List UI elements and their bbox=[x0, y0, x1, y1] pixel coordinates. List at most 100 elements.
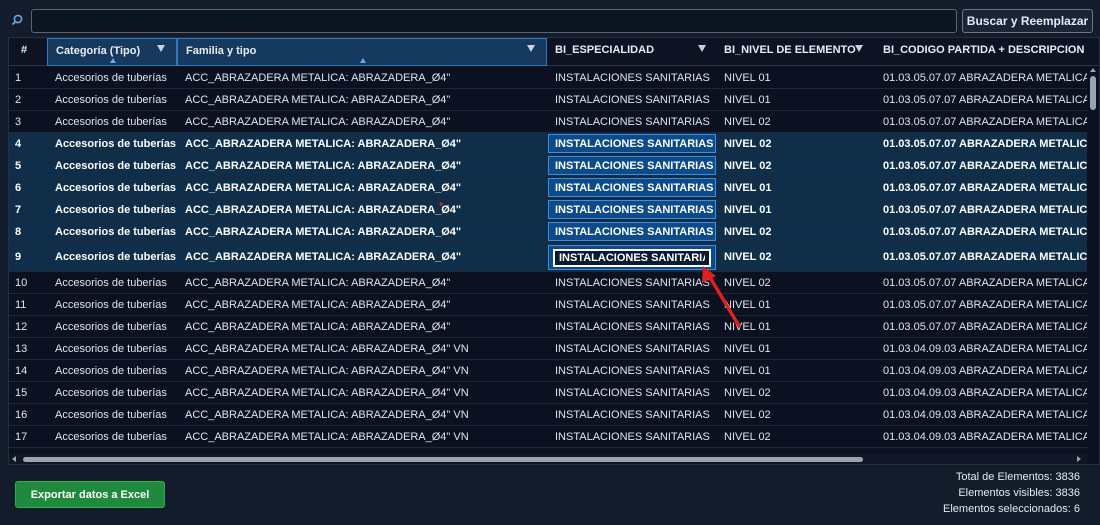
nivel-cell[interactable]: NIVEL 02 bbox=[716, 382, 876, 403]
especialidad-cell-selected[interactable]: INSTALACIONES SANITARIAS bbox=[548, 156, 716, 175]
table-row[interactable]: 11 Accesorios de tuberías ACC_ABRAZADERA M… bbox=[9, 294, 1099, 316]
especialidad-cell[interactable]: INSTALACIONES SANITARIAS bbox=[547, 89, 717, 110]
codigo-cell[interactable]: 01.03.05.07.07 ABRAZADERA METALICA p/ bbox=[875, 294, 1087, 315]
table-row[interactable]: 3 Accesorios de tuberías ACC_ABRAZADERA ME… bbox=[9, 111, 1099, 133]
especialidad-cell[interactable]: INSTALACIONES SANITARIAS bbox=[547, 404, 717, 425]
nivel-cell[interactable]: NIVEL 01 bbox=[716, 89, 876, 110]
categoria-cell[interactable]: Accesorios de tuberías bbox=[47, 199, 177, 220]
codigo-cell[interactable]: 01.03.04.09.03 ABRAZADERA METALICA p/ bbox=[875, 360, 1087, 381]
especialidad-cell-selected[interactable]: INSTALACIONES SANITARIAS bbox=[548, 200, 716, 219]
especialidad-cell-selected[interactable]: INSTALACIONES SANITARIAS bbox=[548, 134, 716, 153]
table-row[interactable]: 8 Accesorios de tuberías ACC_ABRAZADERA ME… bbox=[9, 221, 1099, 243]
familia-cell[interactable]: ACC_ABRAZADERA METALICA: ABRAZADERA_Ø4" bbox=[177, 221, 547, 242]
familia-cell[interactable]: ACC_ABRAZADERA METALICA: ABRAZADERA_Ø4" bbox=[177, 177, 547, 198]
familia-cell[interactable]: ACC_ABRAZADERA METALICA: ABRAZADERA_Ø4" bbox=[177, 111, 547, 132]
row-number-cell[interactable]: 1 bbox=[9, 67, 47, 88]
scroll-right-icon[interactable] bbox=[1077, 456, 1081, 462]
horizontal-scroll-thumb[interactable] bbox=[23, 457, 863, 462]
table-row[interactable]: 5 Accesorios de tuberías ACC_ABRAZADERA ME… bbox=[9, 155, 1099, 177]
codigo-cell[interactable]: 01.03.05.07.07 ABRAZADERA METALICA bbox=[875, 177, 1087, 198]
row-number-cell[interactable]: 7 bbox=[9, 199, 47, 220]
categoria-cell[interactable]: Accesorios de tuberías bbox=[47, 177, 177, 198]
nivel-cell[interactable]: NIVEL 01 bbox=[716, 294, 876, 315]
especialidad-cell[interactable]: INSTALACIONES SANITARIAS bbox=[547, 316, 717, 337]
codigo-cell[interactable]: 01.03.05.07.07 ABRAZADERA METALICA bbox=[875, 199, 1087, 220]
vertical-scroll-thumb[interactable] bbox=[1090, 76, 1096, 110]
nivel-cell[interactable]: NIVEL 02 bbox=[716, 426, 876, 447]
especialidad-cell[interactable]: INSTALACIONES SANITARIAS bbox=[547, 360, 717, 381]
export-excel-button[interactable]: Exportar datos a Excel bbox=[15, 481, 165, 508]
filter-icon[interactable] bbox=[157, 45, 165, 53]
table-row[interactable]: 2 Accesorios de tuberías ACC_ABRAZADERA ME… bbox=[9, 89, 1099, 111]
row-number-cell[interactable]: 2 bbox=[9, 89, 47, 110]
categoria-cell[interactable]: Accesorios de tuberías bbox=[47, 221, 177, 242]
nivel-cell[interactable]: NIVEL 02 bbox=[716, 243, 876, 271]
nivel-cell[interactable]: NIVEL 02 bbox=[716, 272, 876, 293]
categoria-cell[interactable]: Accesorios de tuberías bbox=[47, 155, 177, 176]
especialidad-cell[interactable]: INSTALACIONES SANITARIAS bbox=[547, 111, 717, 132]
categoria-cell[interactable]: Accesorios de tuberías bbox=[47, 426, 177, 447]
nivel-cell[interactable]: NIVEL 01 bbox=[716, 360, 876, 381]
scroll-up-icon[interactable] bbox=[1090, 68, 1096, 72]
categoria-cell[interactable]: Accesorios de tuberías bbox=[47, 89, 177, 110]
table-row[interactable]: 16 Accesorios de tuberías ACC_ABRAZADERA M… bbox=[9, 404, 1099, 426]
codigo-cell[interactable]: 01.03.04.09.03 ABRAZADERA METALICA p/ bbox=[875, 382, 1087, 403]
row-number-cell[interactable]: 12 bbox=[9, 316, 47, 337]
familia-cell[interactable]: ACC_ABRAZADERA METALICA: ABRAZADERA_Ø4" … bbox=[177, 404, 547, 425]
categoria-cell[interactable]: Accesorios de tuberías bbox=[47, 294, 177, 315]
codigo-cell[interactable]: 01.03.05.07.07 ABRAZADERA METALICA bbox=[875, 221, 1087, 242]
categoria-cell[interactable]: Accesorios de tuberías bbox=[47, 243, 177, 271]
table-row[interactable]: 13 Accesorios de tuberías ACC_ABRAZADERA M… bbox=[9, 338, 1099, 360]
row-number-cell[interactable]: 13 bbox=[9, 338, 47, 359]
codigo-cell[interactable]: 01.03.04.09.03 ABRAZADERA METALICA p/ bbox=[875, 426, 1087, 447]
categoria-cell[interactable]: Accesorios de tuberías bbox=[47, 404, 177, 425]
scroll-left-icon[interactable] bbox=[12, 456, 16, 462]
familia-cell[interactable]: ACC_ABRAZADERA METALICA: ABRAZADERA_Ø4" bbox=[177, 89, 547, 110]
codigo-cell[interactable]: 01.03.05.07.07 ABRAZADERA METALICA p/ bbox=[875, 67, 1087, 88]
header-codigo[interactable]: BI_CODIGO PARTIDA + DESCRIPCION (C bbox=[875, 38, 1087, 66]
row-number-cell[interactable]: 14 bbox=[9, 360, 47, 381]
codigo-cell[interactable]: 01.03.04.09.03 ABRAZADERA METALICA p/ bbox=[875, 404, 1087, 425]
table-row[interactable]: 10 Accesorios de tuberías ACC_ABRAZADERA M… bbox=[9, 272, 1099, 294]
familia-cell[interactable]: ACC_ABRAZADERA METALICA: ABRAZADERA_Ø4" … bbox=[177, 338, 547, 359]
nivel-cell[interactable]: NIVEL 02 bbox=[716, 155, 876, 176]
familia-cell[interactable]: ACC_ABRAZADERA METALICA: ABRAZADERA_Ø4" bbox=[177, 316, 547, 337]
filter-icon[interactable] bbox=[527, 45, 535, 53]
familia-cell[interactable]: ACC_ABRAZADERA METALICA: ABRAZADERA_Ø4" bbox=[177, 294, 547, 315]
header-row-number[interactable]: # bbox=[9, 38, 47, 66]
nivel-cell[interactable]: NIVEL 01 bbox=[716, 199, 876, 220]
horizontal-scrollbar[interactable] bbox=[9, 454, 1087, 464]
especialidad-cell[interactable]: INSTALACIONES SANITARIAS bbox=[547, 67, 717, 88]
nivel-cell[interactable]: NIVEL 02 bbox=[716, 111, 876, 132]
codigo-cell[interactable]: 01.03.05.07.07 ABRAZADERA METALICA p/ bbox=[875, 89, 1087, 110]
row-number-cell[interactable]: 17 bbox=[9, 426, 47, 447]
filter-icon[interactable] bbox=[855, 45, 863, 53]
categoria-cell[interactable]: Accesorios de tuberías bbox=[47, 382, 177, 403]
familia-cell[interactable]: ACC_ABRAZADERA METALICA: ABRAZADERA_Ø4" bbox=[177, 133, 547, 154]
codigo-cell[interactable]: 01.03.05.07.07 ABRAZADERA METALICA bbox=[875, 243, 1087, 271]
row-number-cell[interactable]: 11 bbox=[9, 294, 47, 315]
categoria-cell[interactable]: Accesorios de tuberías bbox=[47, 316, 177, 337]
nivel-cell[interactable]: NIVEL 02 bbox=[716, 221, 876, 242]
table-row[interactable]: 12 Accesorios de tuberías ACC_ABRAZADERA M… bbox=[9, 316, 1099, 338]
familia-cell[interactable]: ACC_ABRAZADERA METALICA: ABRAZADERA_Ø4" … bbox=[177, 426, 547, 447]
row-number-cell[interactable]: 8 bbox=[9, 221, 47, 242]
especialidad-edit-input[interactable] bbox=[553, 249, 711, 267]
codigo-cell[interactable]: 01.03.05.07.07 ABRAZADERA METALICA p/ bbox=[875, 316, 1087, 337]
nivel-cell[interactable]: NIVEL 01 bbox=[716, 316, 876, 337]
vertical-scrollbar[interactable] bbox=[1087, 66, 1099, 464]
especialidad-cell[interactable]: INSTALACIONES SANITARIAS bbox=[547, 294, 717, 315]
table-row[interactable]: 1 Accesorios de tuberías ACC_ABRAZADERA ME… bbox=[9, 67, 1099, 89]
table-row[interactable]: 9 Accesorios de tuberías ACC_ABRAZADERA ME… bbox=[9, 243, 1099, 272]
filter-icon[interactable] bbox=[698, 45, 706, 53]
row-number-cell[interactable]: 5 bbox=[9, 155, 47, 176]
nivel-cell[interactable]: NIVEL 01 bbox=[716, 338, 876, 359]
table-row[interactable]: 17 Accesorios de tuberías ACC_ABRAZADERA M… bbox=[9, 426, 1099, 448]
especialidad-cell[interactable]: INSTALACIONES SANITARIAS bbox=[547, 382, 717, 403]
row-number-cell[interactable]: 6 bbox=[9, 177, 47, 198]
nivel-cell[interactable]: NIVEL 01 bbox=[716, 67, 876, 88]
familia-cell[interactable]: ACC_ABRAZADERA METALICA: ABRAZADERA_Ø4" bbox=[177, 243, 547, 271]
table-row[interactable]: 14 Accesorios de tuberías ACC_ABRAZADERA M… bbox=[9, 360, 1099, 382]
header-nivel[interactable]: BI_NIVEL DE ELEMENTO bbox=[716, 38, 876, 66]
especialidad-cell[interactable]: INSTALACIONES SANITARIAS bbox=[547, 426, 717, 447]
